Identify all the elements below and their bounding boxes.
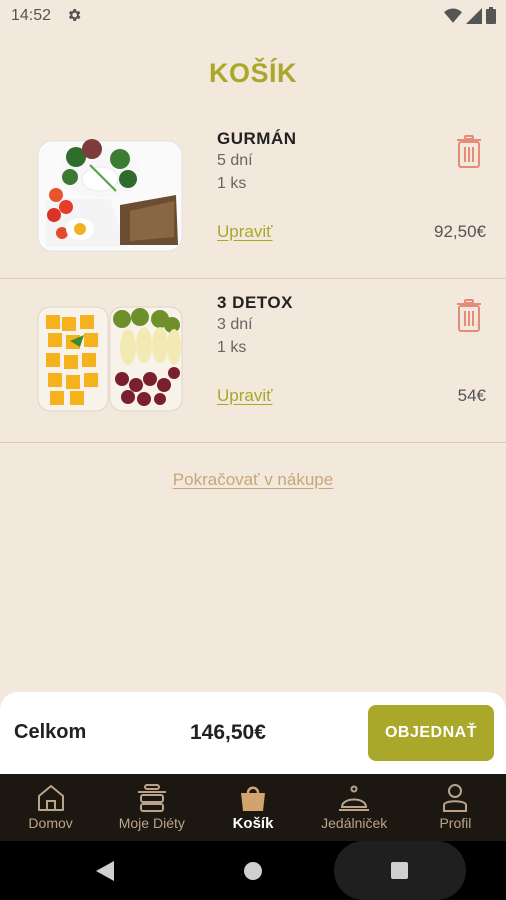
trash-icon[interactable] bbox=[456, 135, 482, 174]
status-icons bbox=[444, 7, 496, 24]
divider bbox=[0, 442, 506, 443]
back-icon[interactable] bbox=[96, 861, 114, 886]
item-image-detox bbox=[36, 301, 184, 417]
nav-label: Profil bbox=[439, 815, 472, 831]
item-image-gurman bbox=[36, 137, 184, 253]
wifi-icon bbox=[444, 8, 462, 23]
nav-item-my-diets[interactable]: Moje Diéty bbox=[101, 774, 202, 841]
item-days: 5 dní bbox=[217, 152, 253, 169]
home-circle-icon[interactable] bbox=[244, 862, 262, 880]
bottom-navigation: Domov Moje Diéty Košík Jedálniček Profil bbox=[0, 774, 506, 841]
cloche-icon bbox=[339, 785, 370, 811]
pot-icon bbox=[137, 784, 166, 812]
item-name: GURMÁN bbox=[217, 129, 297, 148]
item-name: 3 DETOX bbox=[217, 293, 293, 312]
nav-item-profile[interactable]: Profil bbox=[405, 774, 506, 841]
nav-label: Košík bbox=[232, 815, 274, 832]
item-quantity: 1 ks bbox=[217, 175, 247, 192]
nav-label: Domov bbox=[28, 815, 73, 831]
user-icon bbox=[443, 784, 468, 812]
continue-shopping-link[interactable]: Pokračovať v nákupe bbox=[0, 470, 506, 490]
total-value: 146,50€ bbox=[190, 721, 266, 744]
battery-icon bbox=[486, 7, 496, 24]
total-label: Celkom bbox=[14, 721, 87, 743]
cart-item: 3 DETOX 3 dní 1 ks Upraviť 54€ bbox=[0, 279, 506, 443]
cart-item: GURMÁN 5 dní 1 ks Upraviť 92,50€ bbox=[0, 115, 506, 279]
basket-icon bbox=[241, 786, 265, 811]
item-days: 3 dní bbox=[217, 316, 253, 333]
nav-item-menu[interactable]: Jedálniček bbox=[304, 774, 405, 841]
nav-item-cart[interactable]: Košík bbox=[202, 774, 303, 841]
edit-item-link[interactable]: Upraviť bbox=[217, 386, 273, 406]
item-quantity: 1 ks bbox=[217, 339, 247, 356]
trash-icon[interactable] bbox=[456, 299, 482, 338]
recent-apps-icon[interactable] bbox=[391, 862, 408, 879]
signal-icon bbox=[466, 7, 482, 24]
system-navigation-bar bbox=[0, 841, 506, 900]
home-icon bbox=[37, 785, 64, 811]
settings-gear-icon bbox=[66, 7, 82, 28]
order-summary-panel: Celkom 146,50€ OBJEDNAŤ bbox=[0, 692, 506, 774]
edit-item-link[interactable]: Upraviť bbox=[217, 222, 273, 242]
status-bar: 14:52 bbox=[0, 0, 506, 32]
nav-item-home[interactable]: Domov bbox=[0, 774, 101, 841]
item-price: 92,50€ bbox=[434, 222, 486, 241]
status-time: 14:52 bbox=[11, 7, 52, 24]
nav-label: Moje Diéty bbox=[118, 815, 185, 831]
order-button[interactable]: OBJEDNAŤ bbox=[368, 705, 494, 761]
item-price: 54€ bbox=[457, 386, 486, 405]
nav-label: Jedálniček bbox=[321, 815, 388, 831]
page-title: KOŠÍK bbox=[208, 58, 297, 88]
